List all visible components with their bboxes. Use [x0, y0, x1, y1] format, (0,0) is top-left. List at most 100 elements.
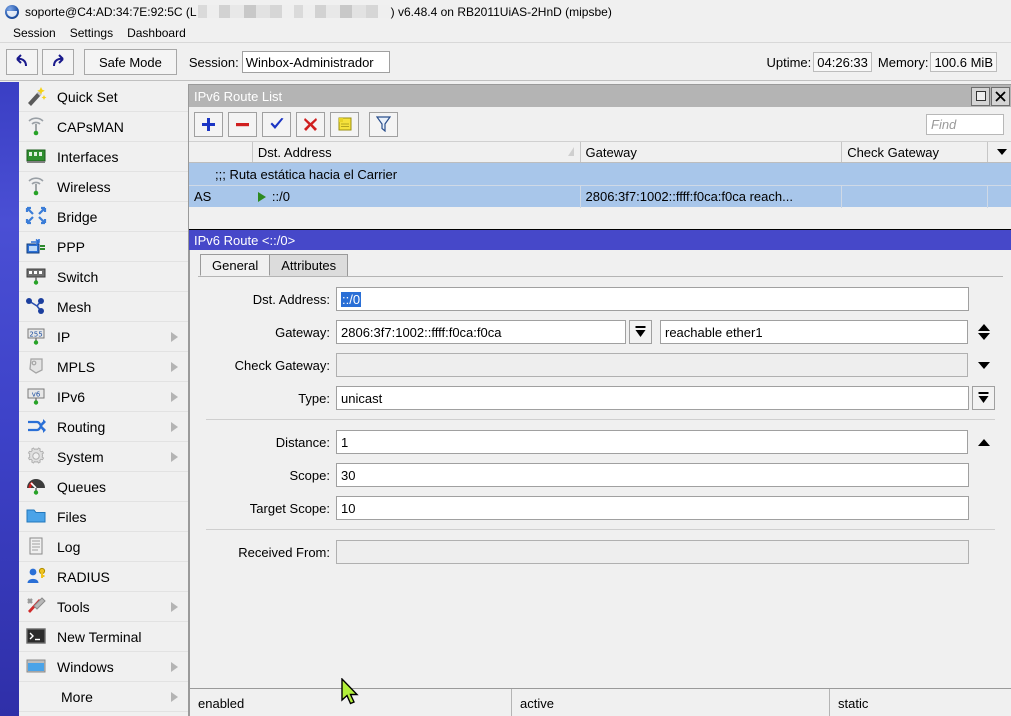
sidebar-item-mpls[interactable]: MPLS — [19, 352, 188, 382]
sidebar-item-label: System — [57, 449, 104, 465]
received-from-label: Received From: — [206, 545, 336, 560]
undo-button[interactable] — [6, 49, 38, 75]
gateway-input[interactable]: 2806:3f7:1002::ffff:f0ca:f0ca — [336, 320, 626, 344]
comment-button[interactable] — [330, 112, 359, 137]
field-row-gateway: Gateway: 2806:3f7:1002::ffff:f0ca:f0ca r… — [206, 320, 995, 344]
ppp-icon — [25, 236, 49, 258]
redo-button[interactable] — [42, 49, 74, 75]
check-gateway-input[interactable] — [336, 353, 968, 377]
check-gateway-dropdown-button[interactable] — [973, 353, 995, 377]
target-scope-input[interactable]: 10 — [336, 496, 969, 520]
dialog-titlebar: IPv6 Route <::/0> — [189, 230, 1011, 250]
column-chooser-button[interactable] — [988, 142, 1011, 162]
sidebar-item-ppp[interactable]: PPP — [19, 232, 188, 262]
sidebar-item-ipv6[interactable]: v6 IPv6 — [19, 382, 188, 412]
column-header-dst-address[interactable]: Dst. Address — [253, 142, 581, 162]
chevron-right-icon — [171, 692, 178, 702]
menu-settings[interactable]: Settings — [63, 25, 120, 41]
column-header-gateway[interactable]: Gateway — [581, 142, 843, 162]
sidebar-item-system[interactable]: System — [19, 442, 188, 472]
sidebar-item-label: PPP — [57, 239, 85, 255]
tab-attributes[interactable]: Attributes — [269, 254, 348, 276]
field-row-received-from: Received From: — [206, 540, 995, 564]
sidebar-item-tools[interactable]: Tools — [19, 592, 188, 622]
gateway-add-remove-stepper[interactable] — [973, 320, 995, 344]
status-enabled: enabled — [190, 689, 512, 716]
menu-session[interactable]: Session — [6, 25, 63, 41]
route-table-header: Dst. Address Gateway Check Gateway — [189, 142, 1011, 163]
uptime-value: 04:26:33 — [813, 52, 872, 72]
toolbar-status-group: Uptime: 04:26:33 Memory: 100.6 MiB — [766, 52, 1005, 72]
sidebar-item-switch[interactable]: Switch — [19, 262, 188, 292]
sidebar-item-label: IPv6 — [57, 389, 85, 405]
disable-button[interactable] — [296, 112, 325, 137]
menu-dashboard[interactable]: Dashboard — [120, 25, 193, 41]
sidebar-item-mesh[interactable]: Mesh — [19, 292, 188, 322]
sidebar-item-capsman[interactable]: CAPsMAN — [19, 112, 188, 142]
sidebar-item-windows[interactable]: Windows — [19, 652, 188, 682]
close-window-button[interactable] — [991, 87, 1010, 106]
funnel-icon — [376, 116, 391, 132]
dst-address-input[interactable]: ::/0 — [336, 287, 969, 311]
sidebar-item-new-terminal[interactable]: New Terminal — [19, 622, 188, 652]
memory-label: Memory: — [878, 55, 929, 70]
sidebar-item-interfaces[interactable]: Interfaces — [19, 142, 188, 172]
cell-spacer — [988, 186, 1011, 208]
check-icon — [269, 117, 285, 132]
column-header-flags[interactable] — [189, 142, 253, 162]
sidebar-menu: Quick Set CAPsMAN — [19, 82, 188, 712]
route-active-icon — [258, 192, 266, 202]
gateway-dropdown-button[interactable] — [629, 320, 652, 344]
comment-note-icon — [337, 116, 353, 132]
sidebar-item-wireless[interactable]: Wireless — [19, 172, 188, 202]
window-titlebar: soporte@C4:AD:34:7E:92:5C (L ) v6.48.4 o… — [0, 0, 1011, 23]
type-label: Type: — [206, 391, 336, 406]
distance-stepper[interactable] — [973, 430, 995, 454]
safe-mode-button[interactable]: Safe Mode — [84, 49, 177, 75]
sidebar-item-bridge[interactable]: Bridge — [19, 202, 188, 232]
chevron-down-icon — [997, 149, 1007, 155]
sidebar-item-more[interactable]: More — [19, 682, 188, 712]
add-button[interactable] — [194, 112, 223, 137]
column-header-check-gateway[interactable]: Check Gateway — [842, 142, 988, 162]
sidebar-item-routing[interactable]: Routing — [19, 412, 188, 442]
chevron-right-icon — [171, 422, 178, 432]
form-divider-2 — [206, 529, 995, 530]
sidebar-item-label: Switch — [57, 269, 98, 285]
terminal-icon — [25, 626, 49, 648]
filter-button[interactable] — [369, 112, 398, 137]
cell-check-gateway — [842, 186, 988, 208]
sidebar-item-queues[interactable]: Queues — [19, 472, 188, 502]
sidebar-item-radius[interactable]: RADIUS — [19, 562, 188, 592]
find-input[interactable]: Find — [926, 114, 1004, 135]
chevron-down-icon — [978, 362, 990, 369]
sidebar-item-label: CAPsMAN — [57, 119, 124, 135]
restore-window-icon — [976, 91, 986, 101]
main-toolbar: Safe Mode Session: Winbox-Administrador … — [0, 44, 1011, 81]
svg-text:v6: v6 — [32, 390, 41, 398]
distance-input[interactable]: 1 — [336, 430, 968, 454]
distance-label: Distance: — [206, 435, 336, 450]
type-dropdown-button[interactable] — [972, 386, 995, 410]
dst-address-text: ::/0 — [272, 189, 290, 204]
table-row[interactable]: ;;; Ruta estática hacia el Carrier — [189, 163, 1011, 185]
table-row[interactable]: AS ::/0 2806:3f7:1002::ffff:f0ca:f0ca re… — [189, 185, 1011, 207]
restore-window-button[interactable] — [971, 87, 990, 106]
window-icon — [25, 656, 49, 678]
sidebar-item-files[interactable]: Files — [19, 502, 188, 532]
chevron-right-icon — [171, 662, 178, 672]
sidebar-item-ip[interactable]: 255 IP — [19, 322, 188, 352]
chevron-right-icon — [171, 332, 178, 342]
sidebar-item-quick-set[interactable]: Quick Set — [19, 82, 188, 112]
tools-icon — [25, 596, 49, 618]
tab-general[interactable]: General — [200, 254, 270, 276]
type-input[interactable]: unicast — [336, 386, 969, 410]
session-input[interactable]: Winbox-Administrador — [242, 51, 390, 73]
scope-input[interactable]: 30 — [336, 463, 969, 487]
chevron-down-bar-icon — [977, 391, 990, 405]
sidebar-item-log[interactable]: Log — [19, 532, 188, 562]
remove-button[interactable] — [228, 112, 257, 137]
enable-button[interactable] — [262, 112, 291, 137]
chevron-right-icon — [171, 602, 178, 612]
column-label: Dst. Address — [258, 145, 332, 160]
